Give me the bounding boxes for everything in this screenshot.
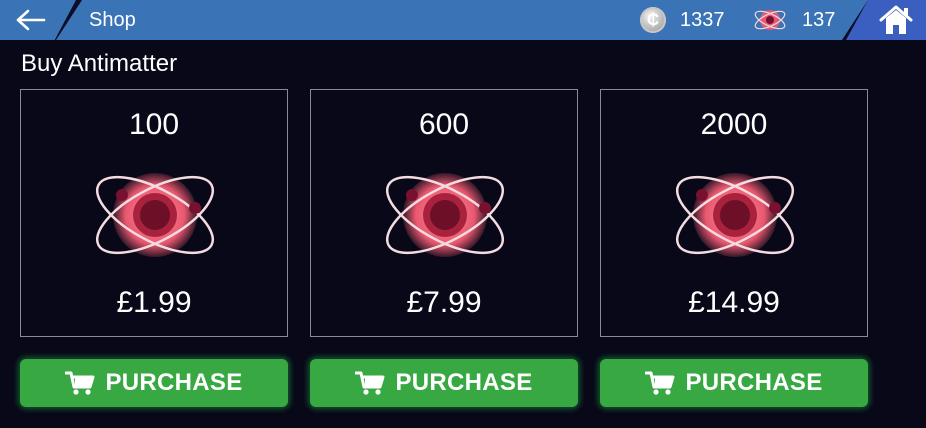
antimatter-balance: 137 [752, 6, 835, 34]
antimatter-amount: 137 [802, 8, 836, 31]
offer-amount: 100 [128, 108, 180, 141]
coin-balance: ₵ 1337 [640, 6, 725, 34]
purchase-label: PURCHASE [685, 369, 823, 396]
coin-icon: ₵ [640, 7, 666, 33]
page-title: Shop [89, 9, 136, 31]
offer-amount: 600 [418, 108, 470, 141]
home-icon [878, 4, 914, 36]
antimatter-atom-icon [665, 150, 805, 280]
offer-price: £1.99 [116, 286, 192, 319]
coin-amount: 1337 [680, 8, 725, 31]
cart-icon [65, 370, 95, 396]
offer-card: 600 £7.99 [310, 89, 578, 337]
antimatter-atom-icon [752, 5, 788, 35]
antimatter-atom-icon [375, 150, 515, 280]
title-band [56, 0, 868, 40]
cart-icon [355, 370, 385, 396]
offer-price: £14.99 [688, 286, 780, 319]
arrow-left-icon [16, 9, 46, 31]
offer-price: £7.99 [406, 286, 482, 319]
offer-amount: 2000 [700, 108, 768, 141]
purchase-button[interactable]: PURCHASE [20, 359, 288, 407]
offer-card: 2000 £14.99 [600, 89, 868, 337]
cart-icon [645, 370, 675, 396]
purchase-label: PURCHASE [105, 369, 243, 396]
purchase-button[interactable]: PURCHASE [310, 359, 578, 407]
antimatter-atom-icon [85, 150, 225, 280]
purchase-button[interactable]: PURCHASE [600, 359, 868, 407]
section-heading: Buy Antimatter [21, 50, 178, 77]
offer-card: 100 £1.99 [20, 89, 288, 337]
purchase-label: PURCHASE [395, 369, 533, 396]
